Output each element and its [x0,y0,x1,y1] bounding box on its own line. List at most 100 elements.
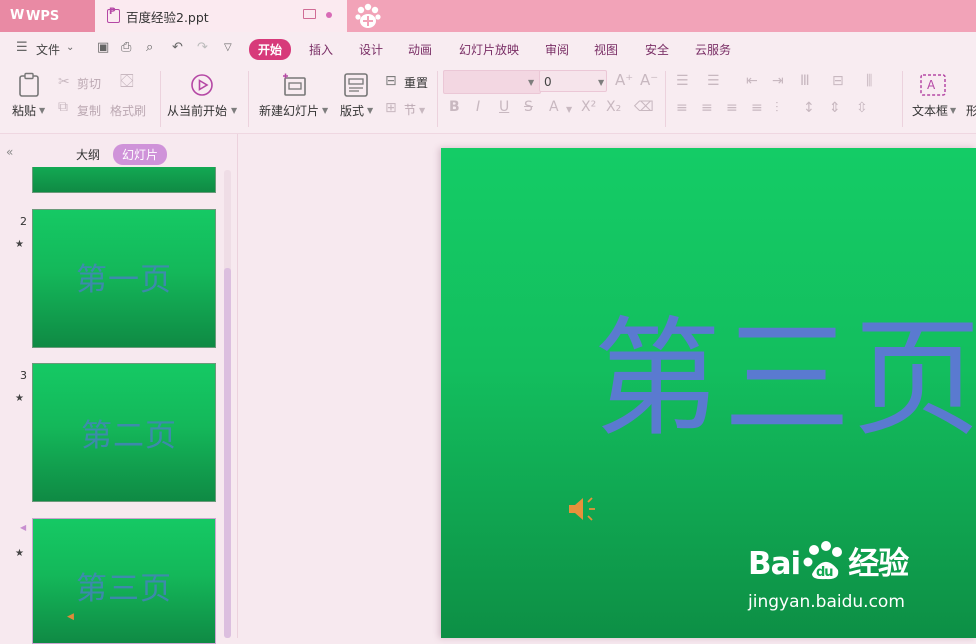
from-current-button[interactable]: 从当前开始 [167,102,227,119]
chevron-down-icon[interactable]: ⌄ [66,41,80,55]
align-left-icon[interactable]: ≡ [676,101,688,115]
ppt-file-icon [107,7,120,23]
print-preview-icon[interactable]: ⌕ [146,41,160,55]
textbox-dropdown-icon[interactable]: ▼ [950,104,956,118]
current-slide-marker-icon: ◀ [20,523,27,532]
textbox-icon[interactable]: A [920,73,946,97]
new-slide-icon[interactable] [281,73,307,97]
thumbnail-title: 第三页 [76,571,172,607]
tab-design[interactable]: 设计 [359,41,383,58]
justify-icon[interactable]: ≡ [751,101,763,115]
screen-icon[interactable] [303,9,316,19]
slide-title[interactable]: 第三页 [593,310,976,450]
layout-icon[interactable] [344,73,368,97]
tab-animation[interactable]: 动画 [408,41,432,58]
decrease-indent-icon[interactable]: ⇤ [746,74,758,88]
tab-start[interactable]: 开始 [249,39,292,60]
slide-thumbnail-4[interactable]: 第三页 ◀ [32,518,216,644]
menu-file[interactable]: 文件 [36,41,60,58]
shape-button[interactable]: 形 [966,102,976,119]
slide-thumbnail-2[interactable]: 第一页 [32,209,216,348]
tab-review[interactable]: 审阅 [545,41,569,58]
reset-icon[interactable]: ⊟ [385,74,397,88]
strikethrough-icon[interactable]: S [524,100,533,114]
line-spacing-icon[interactable]: ↕ [803,101,815,115]
document-tab[interactable]: 百度经验2.ppt [95,0,347,32]
customize-icon[interactable]: ▽ [224,41,238,55]
collapse-panel-icon[interactable]: « [6,145,13,159]
distribute-icon[interactable]: ⫶ [775,101,779,115]
thumbnail-title: 第一页 [76,262,172,298]
section-button[interactable]: 节 [404,101,416,118]
watermark-url: jingyan.baidu.com [748,592,905,612]
reset-button[interactable]: 重置 [404,74,428,91]
align-right-icon[interactable]: ≡ [726,101,738,115]
increase-indent-icon[interactable]: ⇥ [772,74,784,88]
font-size-dropdown-icon[interactable]: ▼ [598,76,604,90]
subscript-icon[interactable]: X₂ [606,100,621,114]
slide-number: 2 [20,215,27,228]
tab-cloud[interactable]: 云服务 [695,41,731,58]
paste-icon[interactable] [17,72,41,98]
section-dropdown-icon[interactable]: ▼ [419,104,425,118]
new-tab-paw-icon[interactable] [353,2,383,30]
slide-thumbnail-3[interactable]: 第二页 [32,363,216,502]
section-icon[interactable]: ⊞ [385,101,397,115]
slide-canvas[interactable]: 第三页 Bai du 经验 jingyan.baidu.com [441,148,976,638]
play-icon[interactable] [190,73,214,97]
layout-button[interactable]: 版式 [340,102,364,119]
scissors-icon[interactable]: ✂ [58,75,70,89]
slide-number: 3 [20,369,27,382]
bullet-list-icon[interactable]: ☰ [676,74,689,88]
copy-icon[interactable]: ⧉ [58,100,68,114]
speaker-icon[interactable] [567,494,599,524]
new-slide-button[interactable]: 新建幻灯片 [259,102,319,119]
slide-thumbnail-1[interactable] [32,167,216,193]
cut-button[interactable]: 剪切 [77,75,101,92]
font-color-dropdown-icon[interactable]: ▼ [566,103,572,117]
font-dropdown-icon[interactable]: ▼ [528,76,534,90]
textbox-button[interactable]: 文本框 [912,102,948,119]
tab-insert[interactable]: 插入 [309,41,333,58]
paste-button[interactable]: 粘贴 [12,102,36,119]
print-icon[interactable]: ⎙ [121,41,135,55]
columns-icon[interactable]: ⫼ [866,74,872,88]
save-icon[interactable]: ▣ [97,41,111,55]
align-center-icon[interactable]: ≡ [701,101,713,115]
new-slide-dropdown-icon[interactable]: ▼ [322,104,328,118]
tab-slides[interactable]: 幻灯片 [113,144,168,165]
animation-star-icon: ★ [15,239,24,250]
font-name-input[interactable]: ▼ [443,70,541,94]
thumbnail-title: 第二页 [81,418,177,454]
clear-format-icon[interactable]: ⌫ [634,100,654,114]
thumbnail-scrollbar-thumb[interactable] [224,268,231,638]
layout-dropdown-icon[interactable]: ▼ [367,104,373,118]
font-color-icon[interactable]: A [549,100,559,114]
paragraph-settings-icon[interactable]: ⇳ [856,101,868,115]
wps-home-tab[interactable]: W WPS [0,0,95,32]
undo-icon[interactable]: ↶ [172,41,186,55]
paste-dropdown-icon[interactable]: ▼ [39,104,45,118]
underline-icon[interactable]: U [499,100,509,114]
ribbon-separator [902,71,903,127]
tab-security[interactable]: 安全 [645,41,669,58]
format-painter-icon[interactable]: ⛋ [120,73,134,91]
bold-icon[interactable]: B [449,100,460,114]
tab-outline[interactable]: 大纲 [76,146,100,163]
numbered-list-icon[interactable]: ☰ [707,74,720,88]
hamburger-icon[interactable]: ☰ [16,41,30,55]
format-painter-button[interactable]: 格式刷 [110,102,146,119]
paragraph-spacing-icon[interactable]: ⇕ [829,101,841,115]
superscript-icon[interactable]: X² [581,100,596,114]
redo-icon[interactable]: ↷ [197,41,211,55]
copy-button[interactable]: 复制 [77,102,101,119]
text-direction-icon[interactable]: Ⅲ [800,74,810,88]
grow-font-icon[interactable]: A⁺ [615,73,633,88]
from-current-dropdown-icon[interactable]: ▼ [231,104,237,118]
align-text-icon[interactable]: ⊟ [832,74,844,88]
tab-view[interactable]: 视图 [594,41,618,58]
shrink-font-icon[interactable]: A⁻ [640,73,658,88]
font-size-input[interactable]: 0 ▼ [539,70,607,92]
tab-slideshow[interactable]: 幻灯片放映 [459,41,519,58]
italic-icon[interactable]: I [476,100,480,114]
